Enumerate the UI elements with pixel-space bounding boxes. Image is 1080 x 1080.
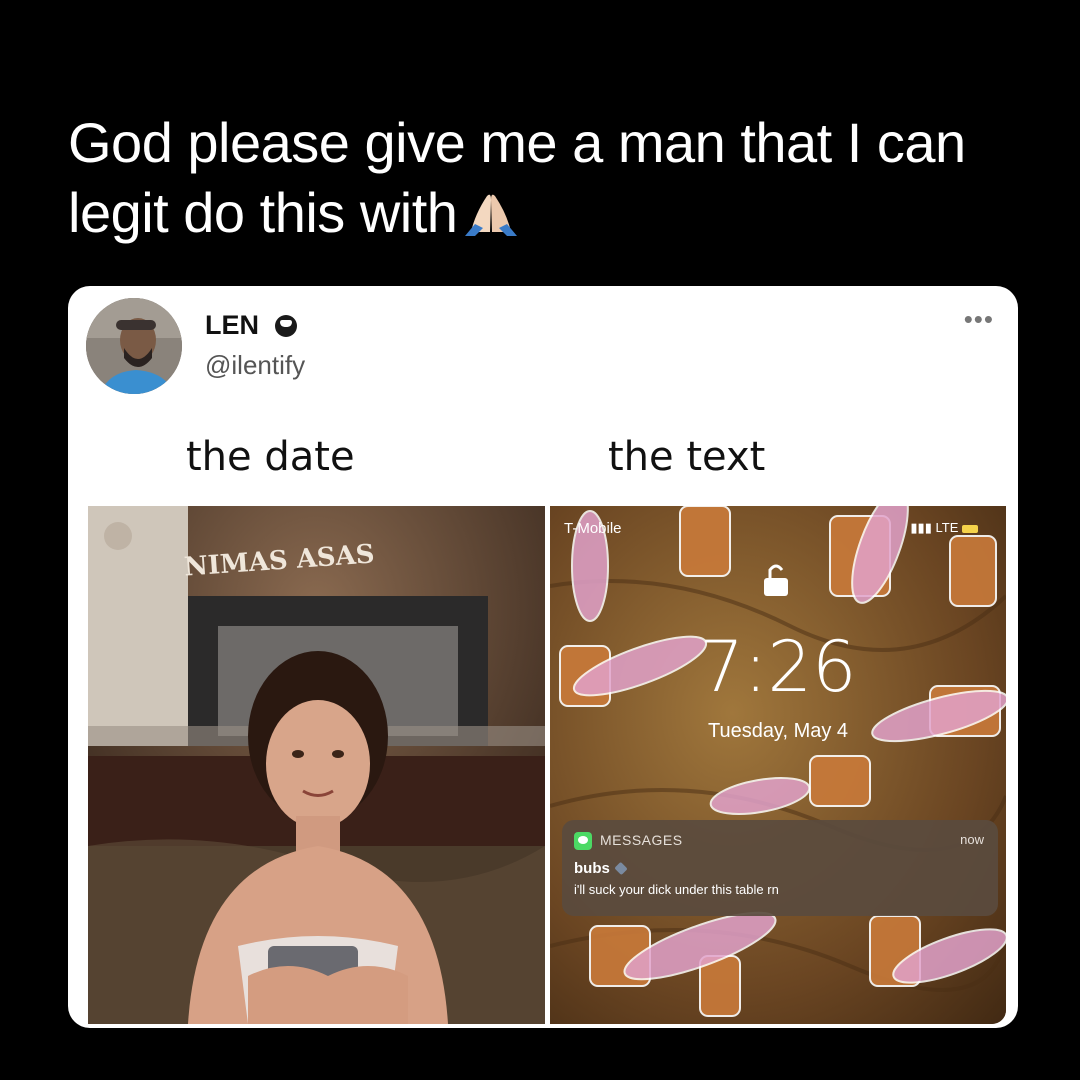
heart-icon [614,861,628,876]
network-status: ▮▮▮ LTE [910,520,978,536]
message-notification[interactable]: MESSAGES now bubs i'll suck your dick un… [562,820,998,916]
user-handle[interactable]: @ilentify [205,350,305,381]
display-name[interactable]: LEN [205,310,259,341]
notification-sender: bubs [574,860,628,877]
lockscreen-date: Tuesday, May 4 [707,720,849,742]
label-the-text: the text [608,434,766,480]
avatar[interactable] [86,298,182,394]
lockscreen-photo[interactable]: T-Mobile ▮▮▮ LTE 7:26 Tuesday, May 4 MES… [550,506,1006,1024]
label-the-date: the date [186,434,355,480]
notification-body: i'll suck your dick under this table rn [574,882,779,897]
battery-icon [962,524,978,533]
notification-app-name: MESSAGES [600,832,683,848]
carrier-label: T-Mobile [564,520,622,537]
signal-bars-icon: ▮▮▮ [910,520,932,535]
date-photo[interactable]: NIMAS ASAS [88,506,545,1024]
caption-line-2: legit do this with [68,181,458,244]
sender-name: bubs [574,860,610,877]
meme-caption: God please give me a man that I can legi… [68,108,1028,248]
caption-line-1: God please give me a man that I can [68,111,966,174]
more-options-icon[interactable]: ••• [964,304,994,335]
messages-app-icon [574,832,592,850]
praying-hands-icon [461,182,521,236]
network-type: LTE [935,520,959,535]
lockscreen-time: 7:26 [699,626,857,708]
verified-badge-icon [275,315,297,337]
notification-time: now [960,832,984,847]
tweet-card: LEN @ilentify ••• the date the text NIMA… [68,286,1018,1028]
